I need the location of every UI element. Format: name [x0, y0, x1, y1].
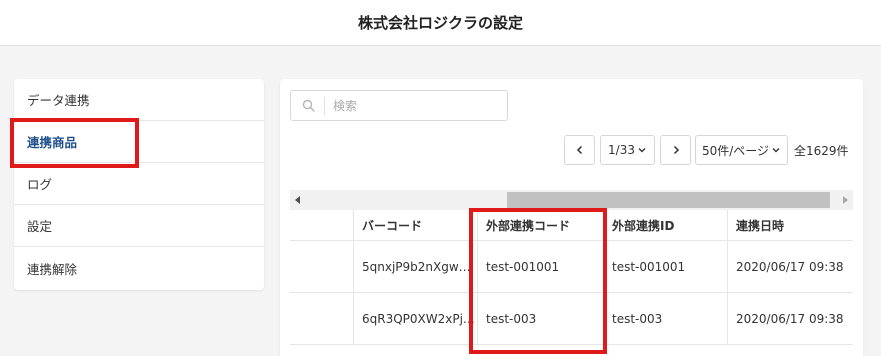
column-header-external-code[interactable]: 外部連携コード — [477, 210, 603, 240]
triangle-right-icon — [843, 196, 848, 204]
prev-page-button[interactable] — [564, 135, 595, 165]
search-icon — [302, 99, 315, 112]
page-indicator: 1/33 — [608, 143, 635, 157]
barcode-cell: 6qR3QP0XW2xPj… — [353, 293, 477, 344]
external-id-cell: test-003 — [603, 293, 727, 344]
table-row[interactable]: 6qR3QP0XW2xPj… test-003 test-003 2020/06… — [290, 293, 853, 345]
settings-sidebar: データ連携 連携商品 ログ 設定 連携解除 — [14, 79, 264, 290]
page-select[interactable]: 1/33 — [600, 135, 655, 165]
sidebar-item-settings[interactable]: 設定 — [14, 205, 264, 247]
column-header-empty — [290, 210, 353, 240]
table-row[interactable]: 5qnxjP9b2nXgw… test-001001 test-001001 2… — [290, 241, 853, 293]
page-title: 株式会社ロジクラの設定 — [357, 14, 523, 32]
table-header-row: バーコード 外部連携コード 外部連携ID 連携日時 — [290, 210, 853, 241]
sidebar-item-unlink[interactable]: 連携解除 — [14, 247, 264, 289]
scrollbar-thumb[interactable] — [507, 192, 830, 208]
chevron-down-icon — [638, 148, 646, 153]
per-page-value: 50件/ページ — [701, 143, 770, 158]
search-input[interactable] — [333, 98, 483, 113]
column-header-linked-at[interactable]: 連携日時 — [727, 210, 853, 240]
column-header-external-id[interactable]: 外部連携ID — [603, 210, 727, 240]
barcode-cell: 5qnxjP9b2nXgw… — [353, 241, 477, 292]
table-cell — [290, 293, 353, 344]
chevron-left-icon — [576, 145, 582, 155]
sidebar-item-log[interactable]: ログ — [14, 163, 264, 205]
linked-products-panel: 1/33 50件/ページ 全1629件 バーコード — [280, 79, 863, 356]
total-count: 全1629件 — [794, 144, 849, 158]
horizontal-scrollbar[interactable] — [290, 190, 853, 210]
triangle-left-icon — [295, 196, 300, 204]
search-divider — [324, 96, 325, 115]
scroll-left-button[interactable] — [290, 190, 306, 210]
linked-at-cell: 2020/06/17 09:38 — [727, 293, 853, 344]
scroll-right-button[interactable] — [837, 190, 853, 210]
search-box[interactable] — [290, 90, 508, 121]
linked-products-table: バーコード 外部連携コード 外部連携ID 連携日時 5qnxjP9b2nXgw…… — [290, 210, 853, 345]
sidebar-item-linked-products[interactable]: 連携商品 — [14, 121, 264, 163]
linked-at-cell: 2020/06/17 09:38 — [727, 241, 853, 292]
column-header-barcode[interactable]: バーコード — [353, 210, 477, 240]
chevron-right-icon — [673, 145, 679, 155]
sidebar-item-data-link[interactable]: データ連携 — [14, 79, 264, 121]
external-code-cell: test-001001 — [477, 241, 603, 292]
table-cell — [290, 241, 353, 292]
page-header: 株式会社ロジクラの設定 — [0, 0, 881, 46]
external-code-cell: test-003 — [477, 293, 603, 344]
external-id-cell: test-001001 — [603, 241, 727, 292]
per-page-select[interactable]: 50件/ページ — [695, 135, 788, 165]
next-page-button[interactable] — [660, 135, 691, 165]
chevron-down-icon — [772, 148, 780, 153]
